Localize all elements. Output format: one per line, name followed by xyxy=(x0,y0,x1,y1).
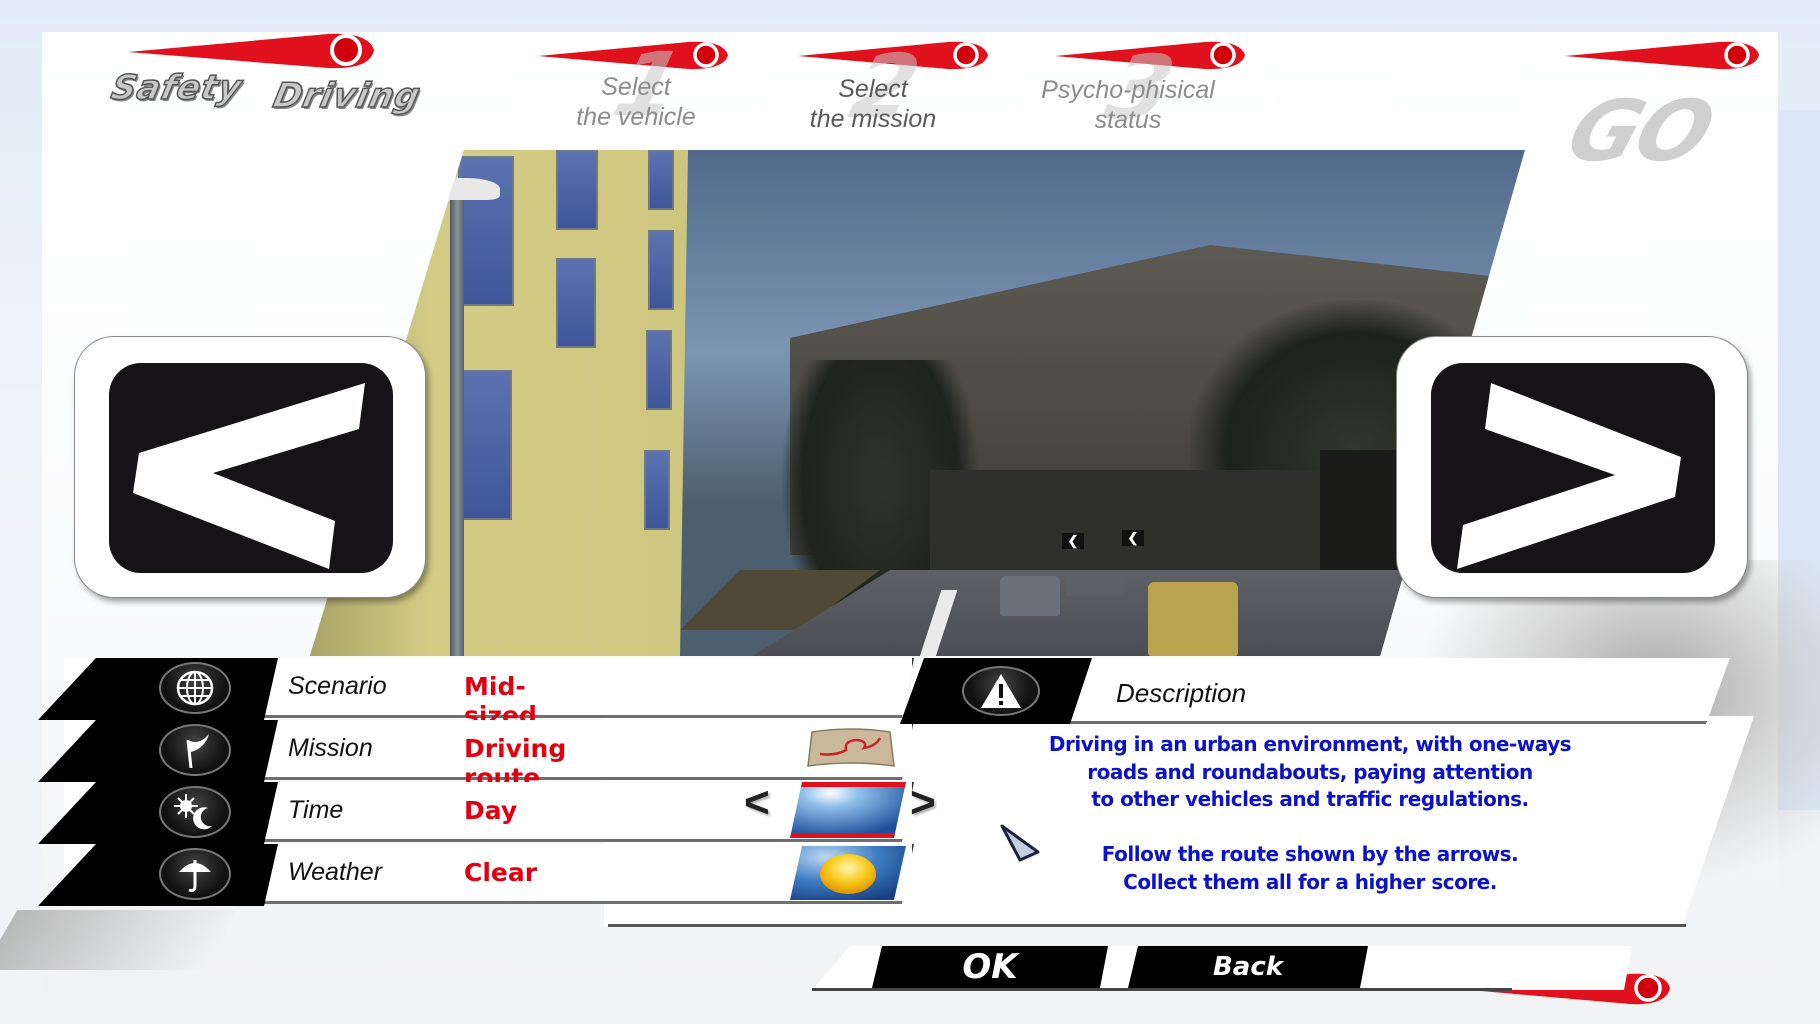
setting-value: Day xyxy=(464,796,518,825)
comet-logo-icon xyxy=(128,30,378,72)
step-select-vehicle: 1 Select the vehicle xyxy=(548,33,724,136)
logo-word-safety: Safety xyxy=(107,67,247,109)
step-psycho-physical-status: 3 Psycho-phisical status xyxy=(1030,36,1226,139)
step-label-line1: Select xyxy=(601,73,671,101)
time-previous-button[interactable]: < xyxy=(744,778,770,828)
setting-value: Clear xyxy=(464,858,538,887)
step-label-line2: the vehicle xyxy=(576,103,696,131)
route-map-icon xyxy=(806,726,904,778)
step-label-line2: status xyxy=(1094,106,1162,134)
next-scenario-button[interactable] xyxy=(1396,336,1748,598)
step-select-mission: 2 Select the mission xyxy=(790,35,956,138)
description-line xyxy=(1000,814,1620,842)
back-button[interactable]: Back xyxy=(1128,946,1368,988)
description-line: Collect them all for a higher score. xyxy=(1123,869,1497,894)
description-title: Description xyxy=(1116,678,1247,708)
sun-icon xyxy=(790,846,906,900)
warning-icon xyxy=(962,666,1040,716)
background-motion-streak xyxy=(0,910,238,970)
setting-label: Weather xyxy=(288,858,383,886)
description-line: to other vehicles and traffic regulation… xyxy=(1091,787,1529,811)
sun-moon-icon xyxy=(159,786,231,838)
ok-button[interactable]: OK xyxy=(872,946,1108,988)
flag-icon xyxy=(159,724,231,776)
scenario-preview-image: ❮ ❮ xyxy=(310,150,1525,656)
chevron-left-icon xyxy=(133,383,365,569)
step-label-line2: the mission xyxy=(809,105,937,133)
globe-icon xyxy=(159,662,231,714)
chevron-right-icon xyxy=(1457,383,1681,569)
umbrella-icon xyxy=(159,848,231,900)
mouse-cursor-icon xyxy=(998,822,1042,866)
description-line: roads and roundabouts, paying attention xyxy=(1087,759,1533,784)
description-text: Driving in an urban environment, with on… xyxy=(1000,731,1620,896)
description-line: Follow the route shown by the arrows. xyxy=(1101,842,1519,866)
logo-word-driving: Driving xyxy=(269,75,425,117)
day-sky-icon[interactable] xyxy=(790,782,906,838)
step-label-line1: Select xyxy=(838,75,908,103)
comet-go-icon xyxy=(1565,38,1761,72)
description-line: Driving in an urban environment, with on… xyxy=(1048,732,1572,756)
time-next-button[interactable]: > xyxy=(910,778,936,828)
setting-label: Scenario xyxy=(288,672,387,700)
previous-scenario-button[interactable] xyxy=(74,336,426,598)
setting-label: Mission xyxy=(288,734,373,762)
bottom-bar-shadow xyxy=(812,988,1512,991)
setting-label: Time xyxy=(288,796,344,824)
description-header: Description xyxy=(900,658,1730,724)
step-label-line1: Psycho-phisical xyxy=(1041,76,1215,104)
description-panel-shadow xyxy=(608,924,1686,927)
